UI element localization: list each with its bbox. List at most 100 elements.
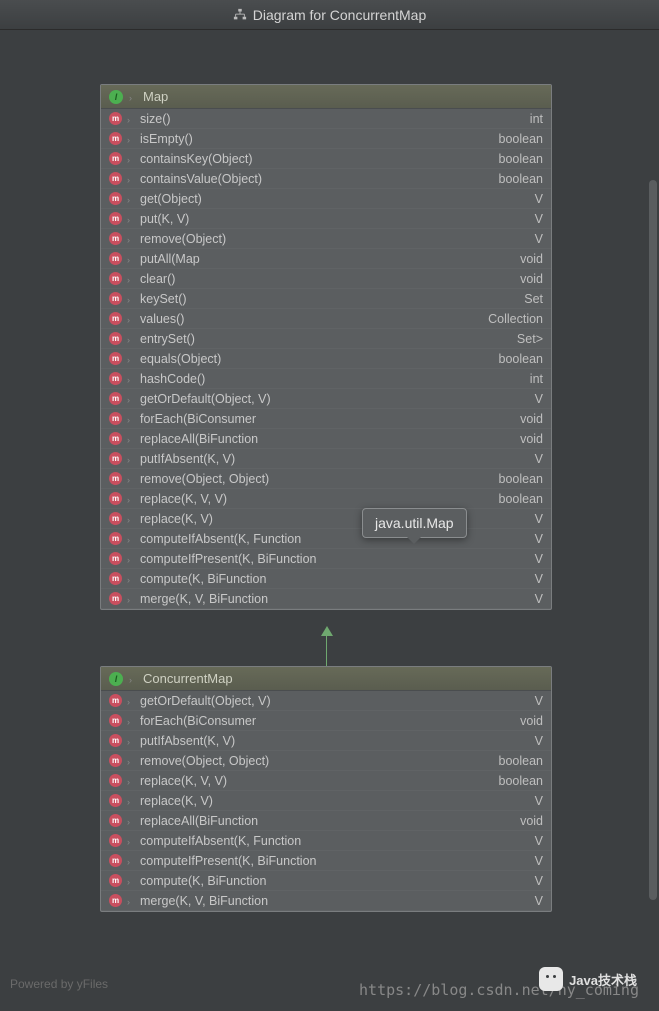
modifier-icon: ›	[127, 535, 135, 543]
method-row[interactable]: m › getOrDefault(Object, V) V	[101, 691, 551, 711]
method-row[interactable]: m › remove(Object, Object) boolean	[101, 469, 551, 489]
method-row[interactable]: m › replaceAll(BiFunction void	[101, 429, 551, 449]
method-icon: m	[109, 112, 122, 125]
method-row[interactable]: m › forEach(BiConsumer void	[101, 711, 551, 731]
method-icon: m	[109, 392, 122, 405]
method-icon: m	[109, 814, 122, 827]
method-row[interactable]: m › get(Object) V	[101, 189, 551, 209]
method-signature: clear()	[140, 272, 515, 286]
return-type: void	[520, 272, 543, 286]
method-row[interactable]: m › entrySet() Set>	[101, 329, 551, 349]
method-signature: computeIfPresent(K, BiFunction	[140, 854, 530, 868]
method-signature: containsValue(Object)	[140, 172, 494, 186]
uml-class-header[interactable]: I › ConcurrentMap	[101, 667, 551, 691]
method-signature: merge(K, V, BiFunction	[140, 592, 530, 606]
method-row[interactable]: m › replaceAll(BiFunction void	[101, 811, 551, 831]
uml-class-box[interactable]: I › Mapm › size() intm › isEmpty() b	[100, 84, 552, 610]
modifier-icon: ›	[127, 515, 135, 523]
method-signature: putAll(Map	[140, 252, 515, 266]
method-row[interactable]: m › replace(K, V) V	[101, 791, 551, 811]
method-row[interactable]: m › remove(Object, Object) boolean	[101, 751, 551, 771]
method-row[interactable]: m › putIfAbsent(K, V) V	[101, 449, 551, 469]
return-type: boolean	[499, 754, 544, 768]
return-type: V	[535, 894, 543, 908]
modifier-icon: ›	[127, 135, 135, 143]
diagram-canvas[interactable]: I › Mapm › size() intm › isEmpty() b	[0, 30, 659, 1011]
method-icon: m	[109, 192, 122, 205]
method-row[interactable]: m › put(K, V) V	[101, 209, 551, 229]
method-signature: merge(K, V, BiFunction	[140, 894, 530, 908]
method-row[interactable]: m › hashCode() int	[101, 369, 551, 389]
scrollbar[interactable]	[649, 180, 657, 900]
chat-icon	[539, 967, 563, 991]
method-row[interactable]: m › replace(K, V, V) boolean	[101, 771, 551, 791]
modifier-icon: ›	[127, 275, 135, 283]
method-icon: m	[109, 492, 122, 505]
method-row[interactable]: m › merge(K, V, BiFunction V	[101, 891, 551, 911]
method-icon: m	[109, 794, 122, 807]
method-signature: replace(K, V)	[140, 794, 530, 808]
method-icon: m	[109, 272, 122, 285]
return-type: V	[535, 834, 543, 848]
hierarchy-icon	[233, 8, 247, 22]
return-type: void	[520, 412, 543, 426]
method-row[interactable]: m › compute(K, BiFunction V	[101, 569, 551, 589]
method-signature: containsKey(Object)	[140, 152, 494, 166]
method-icon: m	[109, 292, 122, 305]
return-type: V	[535, 532, 543, 546]
method-signature: equals(Object)	[140, 352, 494, 366]
method-icon: m	[109, 834, 122, 847]
method-row[interactable]: m › equals(Object) boolean	[101, 349, 551, 369]
method-signature: replace(K, V, V)	[140, 774, 494, 788]
method-icon: m	[109, 714, 122, 727]
modifier-icon: ›	[127, 495, 135, 503]
method-signature: replaceAll(BiFunction	[140, 814, 515, 828]
modifier-icon: ›	[127, 295, 135, 303]
method-row[interactable]: m › putIfAbsent(K, V) V	[101, 731, 551, 751]
method-icon: m	[109, 132, 122, 145]
modifier-icon: ›	[127, 415, 135, 423]
return-type: V	[535, 694, 543, 708]
method-icon: m	[109, 532, 122, 545]
modifier-icon: ›	[127, 195, 135, 203]
method-row[interactable]: m › putAll(Map void	[101, 249, 551, 269]
method-row[interactable]: m › computeIfAbsent(K, Function V	[101, 529, 551, 549]
method-row[interactable]: m › getOrDefault(Object, V) V	[101, 389, 551, 409]
method-icon: m	[109, 452, 122, 465]
channel-badge: Java技术栈	[539, 967, 637, 991]
method-row[interactable]: m › computeIfPresent(K, BiFunction V	[101, 851, 551, 871]
return-type: boolean	[499, 774, 544, 788]
method-row[interactable]: m › isEmpty() boolean	[101, 129, 551, 149]
method-row[interactable]: m › keySet() Set	[101, 289, 551, 309]
return-type: V	[535, 232, 543, 246]
modifier-icon: ›	[127, 355, 135, 363]
method-signature: replace(K, V)	[140, 512, 530, 526]
method-icon: m	[109, 874, 122, 887]
method-row[interactable]: m › containsKey(Object) boolean	[101, 149, 551, 169]
modifier-icon: ›	[127, 475, 135, 483]
method-row[interactable]: m › replace(K, V) V	[101, 509, 551, 529]
method-signature: remove(Object)	[140, 232, 530, 246]
method-row[interactable]: m › replace(K, V, V) boolean	[101, 489, 551, 509]
method-row[interactable]: m › compute(K, BiFunction V	[101, 871, 551, 891]
method-row[interactable]: m › containsValue(Object) boolean	[101, 169, 551, 189]
method-signature: entrySet()	[140, 332, 512, 346]
modifier-icon: ›	[127, 255, 135, 263]
uml-class-header[interactable]: I › Map	[101, 85, 551, 109]
method-row[interactable]: m › values() Collection	[101, 309, 551, 329]
method-row[interactable]: m › size() int	[101, 109, 551, 129]
method-icon: m	[109, 332, 122, 345]
method-row[interactable]: m › forEach(BiConsumer void	[101, 409, 551, 429]
method-row[interactable]: m › computeIfAbsent(K, Function V	[101, 831, 551, 851]
method-icon: m	[109, 432, 122, 445]
method-row[interactable]: m › remove(Object) V	[101, 229, 551, 249]
modifier-icon: ›	[127, 395, 135, 403]
method-row[interactable]: m › merge(K, V, BiFunction V	[101, 589, 551, 609]
method-icon: m	[109, 572, 122, 585]
return-type: Collection	[488, 312, 543, 326]
method-icon: m	[109, 774, 122, 787]
uml-class-box[interactable]: I › ConcurrentMapm › getOrDefault(Object…	[100, 666, 552, 912]
method-row[interactable]: m › clear() void	[101, 269, 551, 289]
method-row[interactable]: m › computeIfPresent(K, BiFunction V	[101, 549, 551, 569]
return-type: V	[535, 452, 543, 466]
